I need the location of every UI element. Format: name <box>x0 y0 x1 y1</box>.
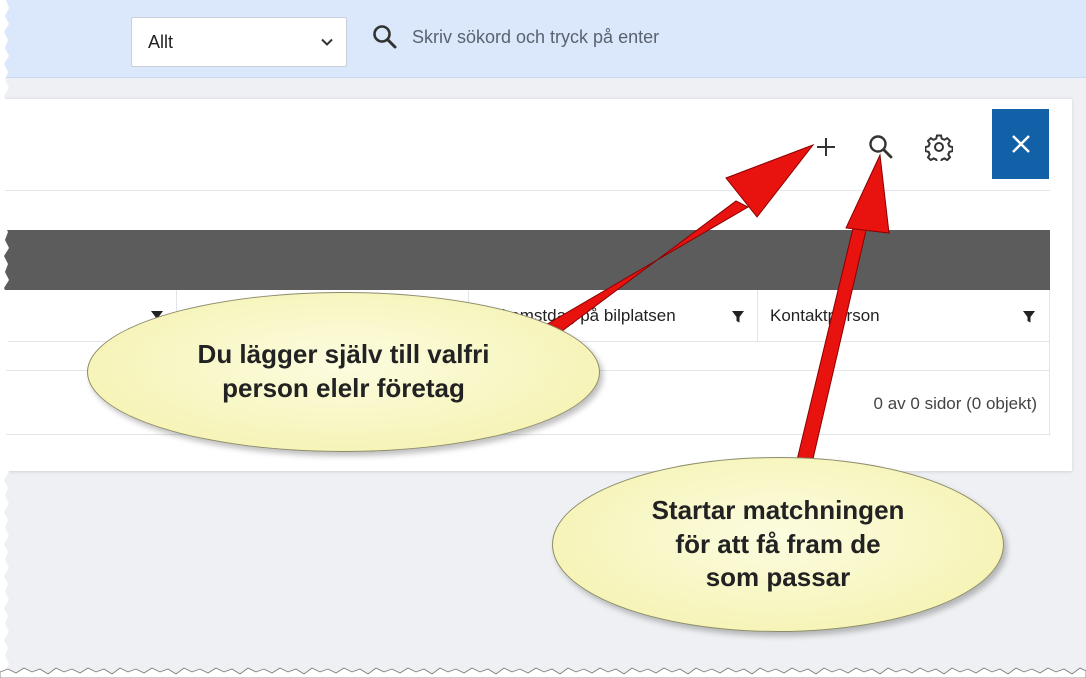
search-button[interactable] <box>861 127 901 167</box>
category-select[interactable]: Allt <box>131 17 347 67</box>
filter-icon[interactable] <box>731 310 745 324</box>
callout-search-line-2: för att få fram de <box>675 528 881 559</box>
callout-add-line-1: Du lägger själv till valfri <box>197 339 490 370</box>
search-field[interactable]: Skriv sökord och tryck på enter <box>372 24 659 50</box>
plus-icon <box>817 138 835 156</box>
column-header-contact-person[interactable]: Kontaktperson <box>758 290 1050 342</box>
callout-search-line-3: som passar <box>705 562 851 593</box>
category-select-value: Allt <box>148 31 174 52</box>
top-search-bar: Allt Skriv sökord och tryck på enter <box>0 0 1086 78</box>
group-panel <box>0 230 1050 290</box>
close-button[interactable] <box>992 109 1049 179</box>
search-icon <box>869 135 893 159</box>
callout-add-person: Du lägger själv till valfri person elelr… <box>87 292 600 452</box>
chevron-down-icon <box>321 38 333 46</box>
pager-info: 0 av 0 sidor (0 objekt) <box>873 394 1037 413</box>
callout-start-matching: Startar matchningen för att få fram de s… <box>552 457 1004 632</box>
callout-add-line-2: person elelr företag <box>222 373 465 403</box>
search-icon <box>373 25 397 49</box>
panel-toolbar <box>0 99 1050 191</box>
torn-bottom-edge <box>0 667 1086 678</box>
settings-button[interactable] <box>919 127 959 167</box>
search-placeholder: Skriv sökord och tryck på enter <box>412 26 660 47</box>
callout-search-line-1: Startar matchningen <box>651 494 905 525</box>
add-button[interactable] <box>806 127 846 167</box>
torn-left-edge <box>0 0 9 678</box>
gear-icon <box>925 134 953 161</box>
close-icon <box>1011 135 1030 153</box>
filter-icon[interactable] <box>1022 310 1036 324</box>
